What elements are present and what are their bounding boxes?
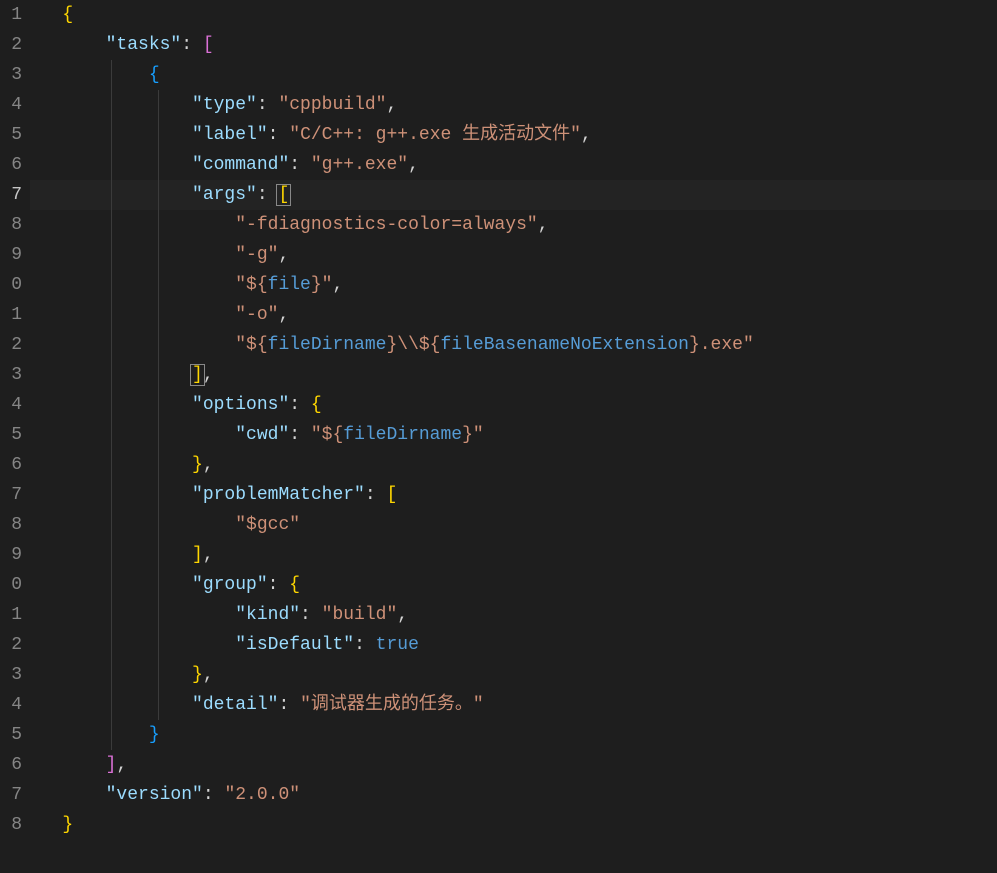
line-number: 3 [0,660,22,690]
code-line[interactable]: "options": { [30,390,997,420]
line-number: 1 [0,0,22,30]
code-line[interactable]: "cwd": "${fileDirname}" [30,420,997,450]
line-number: 4 [0,390,22,420]
code-line[interactable]: "-o", [30,300,997,330]
line-number: 6 [0,150,22,180]
code-line[interactable]: "${fileDirname}\\${fileBasenameNoExtensi… [30,330,997,360]
code-line[interactable]: { [30,0,997,30]
code-line[interactable]: "problemMatcher": [ [30,480,997,510]
code-line[interactable]: }, [30,450,997,480]
code-line[interactable]: "detail": "调试器生成的任务。" [30,690,997,720]
line-number: 3 [0,360,22,390]
code-line[interactable]: ], [30,360,997,390]
code-area[interactable]: { "tasks": [ { "type": "cppbuild", "labe… [30,0,997,873]
code-line[interactable]: "${file}", [30,270,997,300]
line-number-gutter: 1 2 3 4 5 6 7 8 9 0 1 2 3 4 5 6 7 8 9 0 … [0,0,30,873]
code-line[interactable]: "version": "2.0.0" [30,780,997,810]
code-line[interactable]: ], [30,540,997,570]
code-line[interactable]: } [30,810,997,840]
code-line[interactable]: }, [30,660,997,690]
line-number: 8 [0,510,22,540]
code-line[interactable]: "label": "C/C++: g++.exe 生成活动文件", [30,120,997,150]
line-number: 0 [0,570,22,600]
code-line[interactable]: "kind": "build", [30,600,997,630]
code-line[interactable]: "isDefault": true [30,630,997,660]
code-line[interactable]: "args": [ [30,180,997,210]
line-number: 0 [0,270,22,300]
line-number: 4 [0,90,22,120]
code-editor[interactable]: 1 2 3 4 5 6 7 8 9 0 1 2 3 4 5 6 7 8 9 0 … [0,0,997,873]
line-number: 8 [0,210,22,240]
line-number: 8 [0,810,22,840]
code-line[interactable]: "$gcc" [30,510,997,540]
line-number: 2 [0,630,22,660]
line-number: 4 [0,690,22,720]
code-line[interactable]: "command": "g++.exe", [30,150,997,180]
code-line[interactable]: "tasks": [ [30,30,997,60]
code-line[interactable]: "group": { [30,570,997,600]
line-number: 7 [0,480,22,510]
line-number: 5 [0,720,22,750]
line-number: 9 [0,240,22,270]
line-number: 6 [0,450,22,480]
line-number: 5 [0,420,22,450]
line-number: 1 [0,300,22,330]
line-number: 9 [0,540,22,570]
code-line[interactable]: "-g", [30,240,997,270]
line-number: 2 [0,30,22,60]
code-line[interactable]: "-fdiagnostics-color=always", [30,210,997,240]
line-number: 6 [0,750,22,780]
line-number: 5 [0,120,22,150]
line-number: 2 [0,330,22,360]
line-number: 1 [0,600,22,630]
line-number: 3 [0,60,22,90]
line-number: 7 [0,780,22,810]
code-line[interactable]: "type": "cppbuild", [30,90,997,120]
code-line[interactable]: { [30,60,997,90]
line-number: 7 [0,180,22,210]
code-line[interactable]: } [30,720,997,750]
code-line[interactable]: ], [30,750,997,780]
